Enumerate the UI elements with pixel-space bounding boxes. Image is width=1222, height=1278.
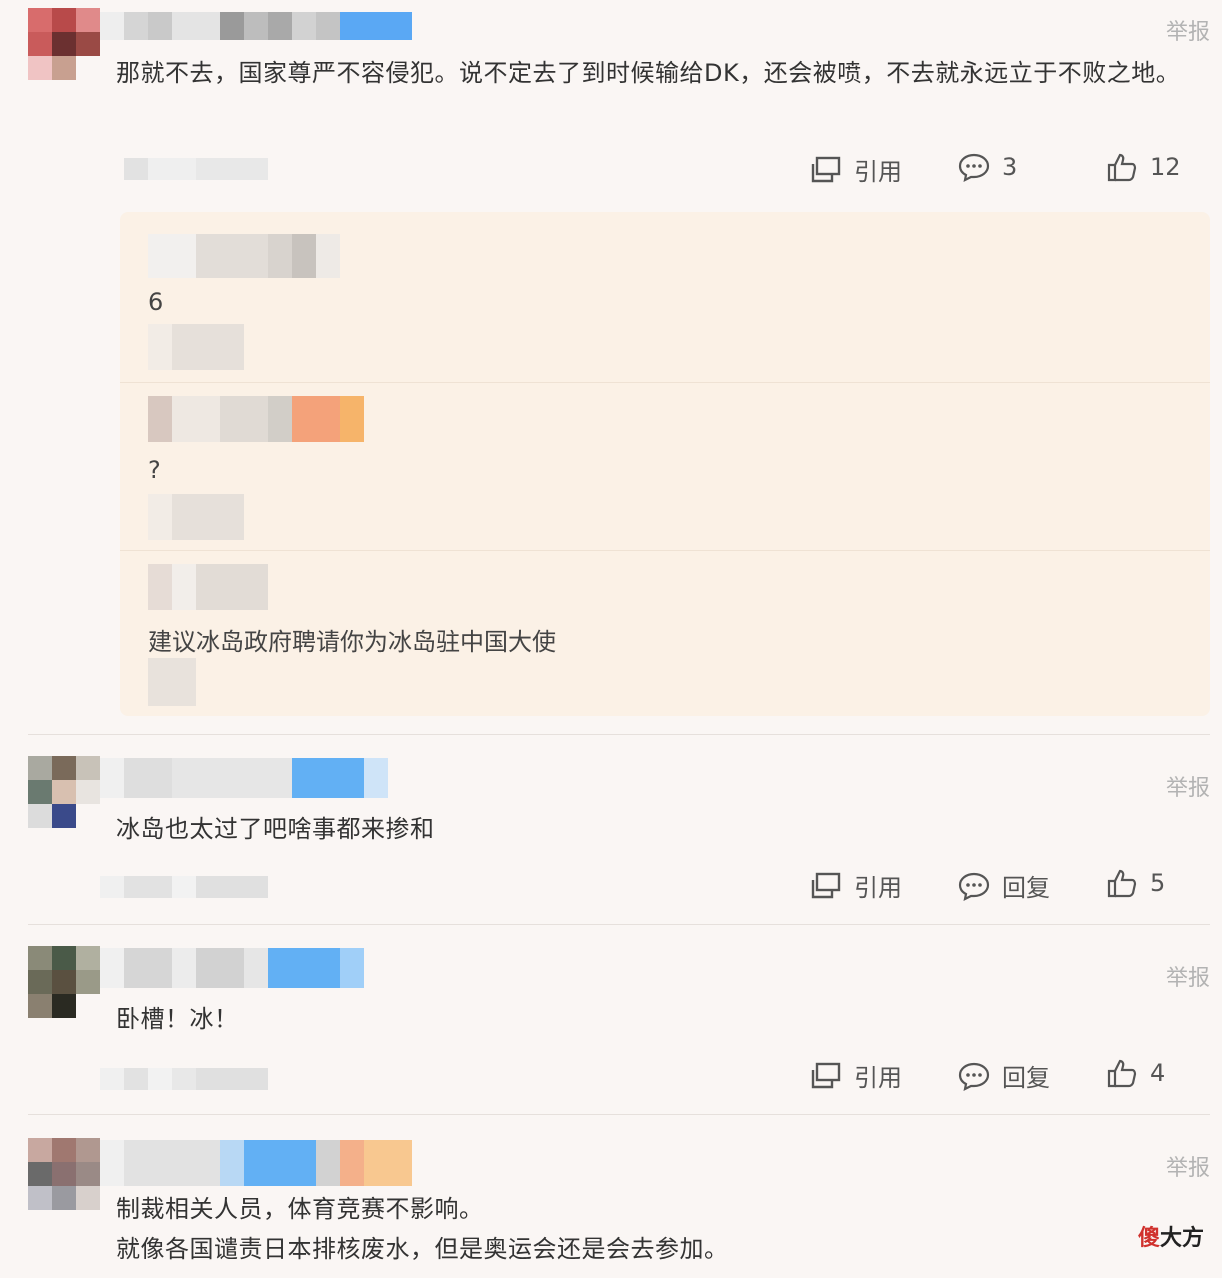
quote-label: 引用 [854, 158, 902, 186]
divider [28, 734, 1210, 735]
divider [28, 1114, 1210, 1115]
comment-text: 那就不去，国家尊严不容侵犯。说不定去了到时候输给DK，还会被喷，不去就永远立于不… [116, 59, 1181, 87]
comment-bubble-icon [958, 153, 990, 182]
reply-username-blurred[interactable] [148, 564, 268, 610]
report-link[interactable]: 举报 [1166, 770, 1210, 802]
username-blurred[interactable] [100, 948, 364, 988]
quote-label: 引用 [854, 874, 902, 902]
report-link[interactable]: 举报 [1166, 1150, 1210, 1182]
comment-text-line1: 制裁相关人员，体育竞赛不影响。 [116, 1195, 484, 1223]
comment-text: 冰岛也太过了吧啥事都来掺和 [116, 815, 435, 843]
thumbs-up-icon [1107, 869, 1137, 898]
reply-text: 6 [148, 288, 164, 316]
reply-label: 回复 [1002, 874, 1050, 902]
reply-username-blurred[interactable] [148, 396, 364, 442]
comment-text: 卧槽！冰！ [116, 1005, 239, 1033]
reply-meta-blurred [148, 658, 196, 706]
quote-icon [811, 1062, 841, 1088]
quote-icon [811, 156, 841, 182]
avatar[interactable] [28, 1138, 100, 1210]
quote-icon [811, 872, 841, 898]
comment-bubble-icon [958, 872, 990, 901]
avatar[interactable] [28, 8, 100, 80]
reply-button[interactable]: 3 [958, 152, 1017, 182]
reply-meta-blurred [148, 324, 244, 370]
like-button[interactable]: 5 [1106, 868, 1165, 898]
like-button[interactable]: 4 [1106, 1058, 1165, 1088]
watermark-red: 傻 [1137, 1226, 1160, 1251]
reply-username-blurred[interactable] [148, 234, 340, 278]
avatar[interactable] [28, 946, 100, 1018]
replies-panel: 6 ? 建议冰岛政府聘请你为冰岛驻中国大使 [120, 212, 1210, 716]
like-count: 4 [1150, 1059, 1166, 1087]
quote-button[interactable]: 引用 [810, 868, 902, 903]
thumbs-up-icon [1107, 1059, 1137, 1088]
username-blurred[interactable] [100, 758, 388, 798]
reply-button[interactable]: 回复 [958, 868, 1050, 903]
comment-text-line2: 就像各国谴责日本排核废水，但是奥运会还是会去参加。 [116, 1235, 729, 1263]
quote-label: 引用 [854, 1064, 902, 1092]
thumbs-up-icon [1107, 153, 1137, 182]
reply-text: ? [148, 456, 161, 484]
avatar[interactable] [28, 756, 100, 828]
timestamp-blurred [100, 876, 268, 898]
quote-button[interactable]: 引用 [810, 152, 902, 187]
report-link[interactable]: 举报 [1166, 960, 1210, 992]
timestamp-blurred [100, 1068, 268, 1090]
report-link[interactable]: 举报 [1166, 14, 1210, 46]
watermark: 傻大方 [1138, 1220, 1204, 1252]
quote-button[interactable]: 引用 [810, 1058, 902, 1093]
reply-button[interactable]: 回复 [958, 1058, 1050, 1093]
timestamp-blurred [124, 158, 268, 180]
divider [28, 924, 1210, 925]
comment-bubble-icon [958, 1062, 990, 1091]
reply-label: 回复 [1002, 1064, 1050, 1092]
reply-text: 建议冰岛政府聘请你为冰岛驻中国大使 [148, 628, 556, 656]
reply-meta-blurred [148, 494, 244, 540]
like-button[interactable]: 12 [1106, 152, 1181, 182]
username-blurred[interactable] [100, 1140, 412, 1186]
username-blurred[interactable] [100, 12, 412, 40]
like-count: 5 [1150, 869, 1166, 897]
reply-count: 3 [1002, 153, 1018, 181]
watermark-rest: 大方 [1159, 1226, 1204, 1251]
like-count: 12 [1150, 153, 1181, 181]
